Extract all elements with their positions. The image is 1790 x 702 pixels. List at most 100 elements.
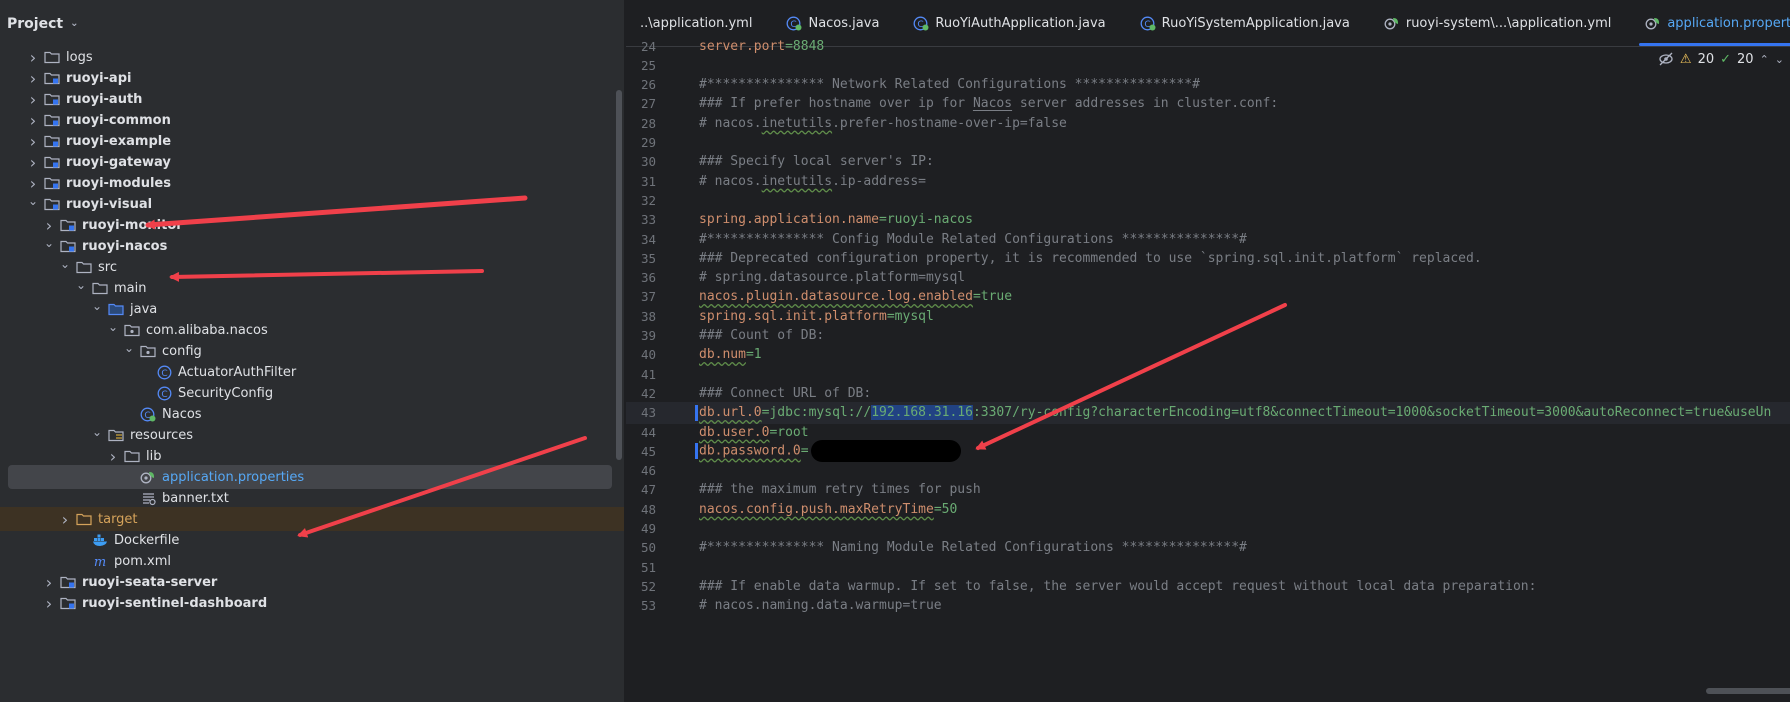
chevron-right-icon[interactable]: › (25, 69, 41, 88)
tree-item-label: com.alibaba.nacos (146, 322, 268, 338)
chevron-right-icon[interactable]: › (25, 132, 41, 151)
code-token: # nacos.naming.data.warmup=true (699, 598, 942, 614)
editor-tab-label: RuoYiSystemApplication.java (1161, 15, 1350, 31)
module-icon (43, 154, 61, 170)
svg-text:C: C (161, 390, 167, 400)
chevron-right-icon[interactable]: › (25, 48, 41, 67)
code-token: =50 (933, 501, 958, 517)
line-number: 35 (640, 250, 656, 266)
chevron-down-icon[interactable]: ⌄ (73, 278, 89, 292)
folder-excluded-icon (75, 511, 93, 527)
tree-item[interactable]: › ruoyi-sentinel-dashboard (0, 591, 624, 615)
project-panel-title: Project (7, 15, 64, 32)
tree-item-label: ruoyi-nacos (82, 238, 168, 254)
spring-class-icon: C (913, 15, 929, 31)
code-token: # nacos. (699, 115, 762, 131)
project-panel-header[interactable]: Project ⌄ (0, 0, 624, 47)
line-number: 27 (640, 96, 656, 112)
folder-resources-icon (107, 427, 125, 443)
change-marker[interactable] (695, 443, 698, 460)
chevron-right-icon[interactable]: › (57, 510, 73, 529)
change-marker[interactable] (695, 404, 698, 421)
code-token: Nacos (972, 96, 1013, 112)
module-icon (43, 196, 61, 212)
module-icon (43, 91, 61, 107)
tree-item-label: config (162, 343, 202, 359)
chevron-down-icon[interactable]: ⌄ (105, 320, 121, 334)
project-tree-scrollbar[interactable] (616, 90, 622, 460)
inspection-widget[interactable]: ⚠ 20 ✓ 20 ⌃ ⌄ (1657, 48, 1790, 70)
tree-item-label: Nacos (162, 406, 202, 422)
module-icon (43, 175, 61, 191)
chevron-right-icon[interactable]: › (25, 174, 41, 193)
line-number: 50 (640, 540, 656, 556)
spring-properties-icon (139, 469, 157, 485)
module-icon (59, 238, 77, 254)
chevron-right-icon[interactable]: › (25, 111, 41, 130)
chevron-up-icon[interactable]: ⌃ (1760, 53, 1769, 66)
class-icon: C (155, 385, 173, 401)
chevron-right-icon[interactable]: › (41, 573, 57, 592)
code-token: = (800, 443, 809, 459)
tree-item-label: ruoyi-sentinel-dashboard (82, 595, 268, 611)
code-token: inetutils (761, 173, 833, 189)
code-token: =root (769, 424, 809, 440)
code-token: db.user.0 (699, 424, 770, 440)
code-text: # nacos.naming.data.warmup=true (699, 598, 942, 613)
editor-tab-label: ..\application.yml (640, 15, 753, 31)
chevron-right-icon[interactable]: › (41, 594, 57, 613)
code-line[interactable]: 53 # nacos.naming.data.warmup=true (626, 595, 1790, 617)
tree-item-label: ruoyi-example (66, 133, 172, 149)
tree-item-label: ruoyi-auth (66, 91, 143, 107)
tree-item-label: main (114, 280, 147, 296)
module-icon (43, 133, 61, 149)
chevron-down-icon[interactable]: ⌄ (89, 299, 105, 313)
code-text: # nacos.inetutils.prefer-hostname-over-i… (699, 116, 1067, 131)
folder-source-icon (107, 301, 125, 317)
tree-item-label: src (98, 259, 117, 275)
code-text: ### Count of DB: (699, 328, 824, 343)
code-token: ### the maximum retry times for push (699, 482, 981, 498)
chevron-down-icon[interactable]: ⌄ (121, 341, 137, 355)
code-text: nacos.plugin.datasource.log.enabled=true (699, 289, 1012, 304)
chevron-down-icon[interactable]: ⌄ (57, 257, 73, 271)
line-number: 30 (640, 154, 656, 170)
folder-icon (91, 280, 109, 296)
code-token: =true (972, 289, 1013, 305)
code-token: ### Count of DB: (699, 328, 825, 343)
code-text: #*************** Network Related Configu… (699, 77, 1200, 92)
eye-crossed-icon[interactable] (1658, 52, 1674, 66)
chevron-down-icon[interactable]: ⌄ (1775, 53, 1784, 66)
line-number: 41 (640, 366, 656, 382)
code-token: db.url.0 (699, 405, 762, 421)
docker-icon (91, 532, 109, 548)
chevron-right-icon[interactable]: › (25, 153, 41, 172)
code-text: #*************** Config Module Related C… (699, 232, 1247, 247)
text-file-icon (139, 490, 157, 506)
chevron-right-icon[interactable]: › (25, 90, 41, 109)
code-text: nacos.config.push.maxRetryTime=50 (699, 502, 957, 517)
chevron-down-icon[interactable]: ⌄ (70, 18, 78, 29)
code-token: # nacos. (699, 173, 762, 189)
ok-count: 20 (1737, 51, 1754, 67)
editor-horizontal-scrollbar[interactable] (1706, 688, 1790, 694)
chevron-down-icon[interactable]: ⌄ (25, 194, 41, 208)
code-token: ### If enable data warmup. If set to fal… (699, 578, 1537, 594)
chevron-right-icon[interactable]: › (105, 447, 121, 466)
package-icon (139, 343, 157, 359)
tree-item-label: target (98, 511, 138, 527)
code-text: db.url.0=jdbc:mysql://192.168.31.16:3307… (699, 405, 1771, 421)
chevron-right-icon[interactable]: › (41, 216, 57, 235)
editor-tab-label: ruoyi-system\...\application.yml (1405, 15, 1612, 31)
editor-tab-label: RuoYiAuthApplication.java (935, 15, 1106, 31)
code-token: ### Specify local server's IP: (699, 154, 934, 170)
code-token: #*************** Config Module Related C… (699, 231, 1247, 247)
line-number: 29 (640, 135, 656, 150)
line-number: 28 (640, 115, 656, 131)
chevron-down-icon[interactable]: ⌄ (41, 236, 57, 250)
spring-properties-icon (1384, 15, 1400, 31)
tree-item-label: ruoyi-common (66, 112, 171, 128)
chevron-down-icon[interactable]: ⌄ (89, 425, 105, 439)
line-number: 26 (640, 77, 656, 93)
editor-tab-label: application.properties (1667, 15, 1790, 31)
